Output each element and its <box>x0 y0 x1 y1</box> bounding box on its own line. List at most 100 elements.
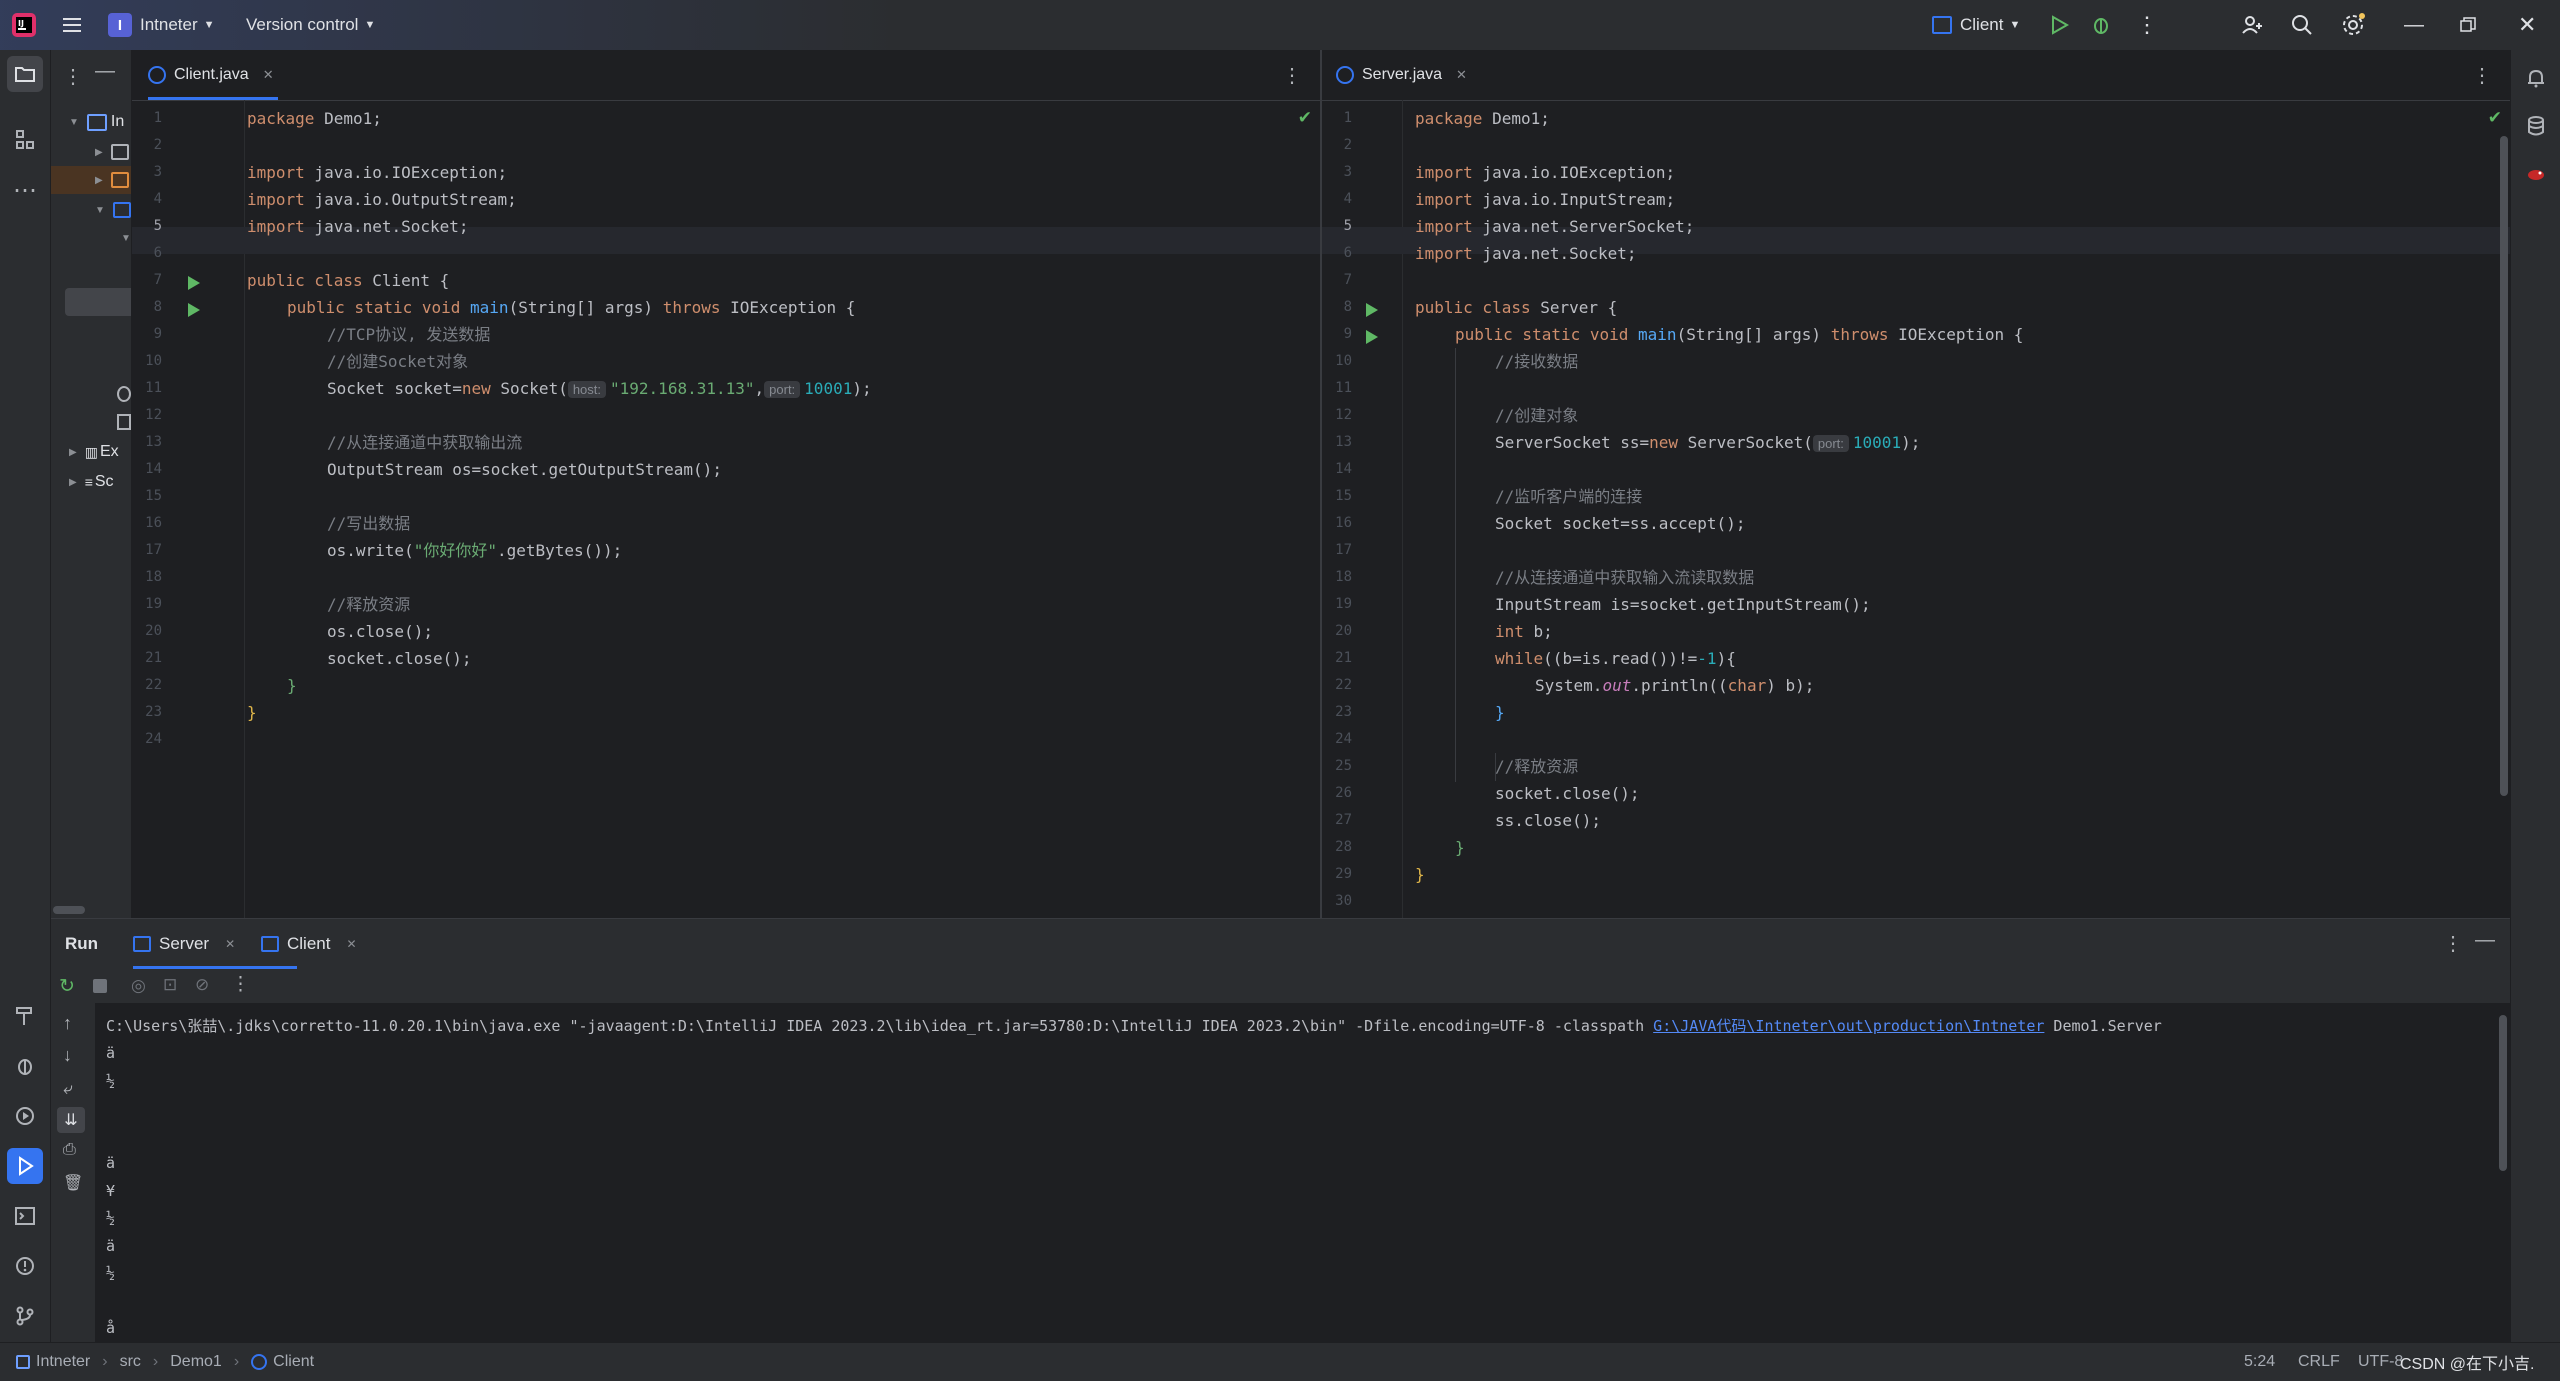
horizontal-scrollbar[interactable] <box>53 906 85 914</box>
more-run-actions-icon[interactable]: ⋮ <box>231 973 250 996</box>
camera-icon[interactable]: ◎ <box>131 976 146 996</box>
terminal-tool-button[interactable] <box>7 1198 43 1234</box>
scroll-down-icon[interactable]: ↓ <box>63 1045 72 1066</box>
close-window-icon[interactable]: ✕ <box>2518 0 2536 50</box>
git-branch-icon <box>16 1306 34 1326</box>
stop-icon[interactable] <box>93 979 107 993</box>
no-problems-check-icon[interactable]: ✔ <box>1298 108 1312 128</box>
code-line-18: //从连接通道中获取输入流读取数据 <box>1495 568 1755 587</box>
git-tool-button[interactable] <box>7 1298 43 1334</box>
tree-row-external-libraries[interactable]: ▶ ▥ Ex <box>51 438 131 466</box>
run-config-selector[interactable]: Client ▼ <box>1932 0 2020 50</box>
plugin-tool-button[interactable] <box>2518 156 2554 192</box>
vcs-widget[interactable]: Version control ▼ <box>246 0 375 50</box>
run-main-gutter-icon[interactable] <box>1366 330 1378 344</box>
run-class-gutter-icon[interactable] <box>1366 303 1378 317</box>
run-tool-button[interactable] <box>7 1148 43 1184</box>
tree-row[interactable]: ▶ <box>51 138 131 166</box>
editor-options-icon[interactable]: ⋮ <box>2472 63 2492 88</box>
scroll-to-end-icon[interactable]: ⇊ <box>57 1107 85 1133</box>
restore-layout-icon[interactable]: ⊡ <box>163 975 177 995</box>
close-tab-icon[interactable]: ✕ <box>263 67 274 83</box>
line-number: 28 <box>1335 839 1352 855</box>
line-separator[interactable]: CRLF <box>2298 1343 2340 1381</box>
classpath-link[interactable]: G:\JAVA代码\Intneter\out\production\Intnet… <box>1653 1017 2044 1035</box>
editor-options-icon[interactable]: ⋮ <box>1282 63 1302 88</box>
add-user-icon[interactable] <box>2240 0 2264 50</box>
more-tools-icon[interactable]: ⋯ <box>7 172 43 208</box>
no-problems-check-icon[interactable]: ✔ <box>2488 108 2502 128</box>
code-line-12: //创建对象 <box>1495 406 1579 425</box>
project-widget[interactable]: I Intneter ▼ <box>108 0 215 50</box>
attach-debugger-icon[interactable]: ⊘ <box>195 975 209 995</box>
hide-panel-icon[interactable]: — <box>2475 929 2495 952</box>
structure-tool-button[interactable] <box>7 122 43 158</box>
collapse-panel-icon[interactable]: — <box>95 60 115 83</box>
close-tab-icon[interactable]: ✕ <box>1456 67 1467 83</box>
tree-row-scratches[interactable]: ▶ ≡ Sc <box>51 468 131 496</box>
run-button[interactable] <box>2048 0 2070 50</box>
tree-row-root[interactable]: ▼ In <box>51 108 131 136</box>
console-output-line: ¥ <box>106 1181 116 1200</box>
tab-server-java[interactable]: Server.java ✕ <box>1336 50 1472 100</box>
file-encoding[interactable]: UTF-8 <box>2358 1343 2403 1381</box>
search-icon[interactable] <box>2290 0 2314 50</box>
app-logo-icon[interactable]: IJ <box>10 0 38 50</box>
code-line-28: } <box>1455 838 1465 857</box>
debug-button[interactable] <box>2090 0 2112 50</box>
build-tool-button[interactable] <box>7 998 43 1034</box>
notifications-tool-button[interactable] <box>2518 60 2554 96</box>
editor-server[interactable]: Server.java ✕ ⋮ ✔ 1 2 3 4 5 6 7 8 9 10 11 12 13 14 15 1… <box>1322 50 2510 918</box>
print-icon[interactable]: ⎙ <box>63 1141 76 1159</box>
minimize-window-icon[interactable]: — <box>2404 0 2424 50</box>
code-line-22: } <box>287 676 297 695</box>
code-line-15: //监听客户端的连接 <box>1495 487 1643 506</box>
code-line-8: public static void main(String[] args) t… <box>287 298 856 317</box>
caret-position[interactable]: 5:24 <box>2244 1343 2275 1381</box>
chevron-right-icon: ▶ <box>69 446 77 458</box>
settings-gear-icon[interactable] <box>2340 0 2366 50</box>
debug-tool-button[interactable] <box>7 1048 43 1084</box>
rerun-icon[interactable]: ↻ <box>59 975 75 998</box>
tree-row[interactable] <box>51 408 131 436</box>
project-tool-button[interactable] <box>7 56 43 92</box>
code-line-14: OutputStream os=socket.getOutputStream()… <box>327 460 722 479</box>
tree-row[interactable]: ▶ <box>51 166 131 194</box>
tree-row[interactable] <box>51 380 131 408</box>
breadcrumb-item[interactable]: Intneter <box>36 1353 90 1371</box>
run-options-icon[interactable]: ⋮ <box>2443 931 2463 956</box>
run-toolbar: ↻ ◎ ⊡ ⊘ ⋮ <box>51 969 2510 1003</box>
more-actions-icon[interactable]: ⋮ <box>2136 0 2158 50</box>
tree-row[interactable]: ▼ <box>51 196 131 224</box>
project-options-icon[interactable]: ⋮ <box>63 64 83 89</box>
project-badge: I <box>108 13 132 37</box>
console-output-line: å <box>106 1319 116 1337</box>
run-tab-client[interactable]: Client ✕ <box>261 919 357 969</box>
line-number: 11 <box>1335 380 1352 396</box>
close-tab-icon[interactable]: ✕ <box>346 937 356 951</box>
run-main-gutter-icon[interactable] <box>188 303 200 317</box>
code-line-6: import java.net.Socket; <box>1415 244 1637 263</box>
problems-tool-button[interactable] <box>7 1248 43 1284</box>
trash-icon[interactable]: 🗑 <box>63 1173 83 1193</box>
tree-row[interactable]: ▼ <box>51 224 131 252</box>
vertical-scrollbar[interactable] <box>2500 136 2508 796</box>
selected-tree-row[interactable] <box>65 288 131 316</box>
breadcrumb-item[interactable]: Client <box>273 1353 314 1371</box>
tab-client-java[interactable]: Client.java ✕ <box>148 50 278 100</box>
run-class-gutter-icon[interactable] <box>188 276 200 290</box>
editor-client[interactable]: Client.java ✕ ⋮ ✔ 1 2 3 4 5 6 7 8 9 10 11 12 13 14 15 1… <box>132 50 1320 918</box>
services-tool-button[interactable] <box>7 1098 43 1134</box>
restore-window-icon[interactable] <box>2460 0 2476 50</box>
console-scrollbar[interactable] <box>2499 1015 2507 1171</box>
breadcrumb-item[interactable]: Demo1 <box>170 1353 222 1371</box>
soft-wrap-icon[interactable]: ⤶ <box>63 1079 73 1099</box>
tree-row-label: In <box>110 113 125 130</box>
code-line-16: Socket socket=ss.accept(); <box>1495 514 1746 533</box>
database-tool-button[interactable] <box>2518 108 2554 144</box>
right-tool-strip <box>2510 50 2560 1342</box>
breadcrumb-item[interactable]: src <box>120 1353 141 1371</box>
scroll-up-icon[interactable]: ↑ <box>63 1013 72 1034</box>
close-tab-icon[interactable]: ✕ <box>225 937 235 951</box>
main-menu-icon[interactable] <box>60 0 84 50</box>
